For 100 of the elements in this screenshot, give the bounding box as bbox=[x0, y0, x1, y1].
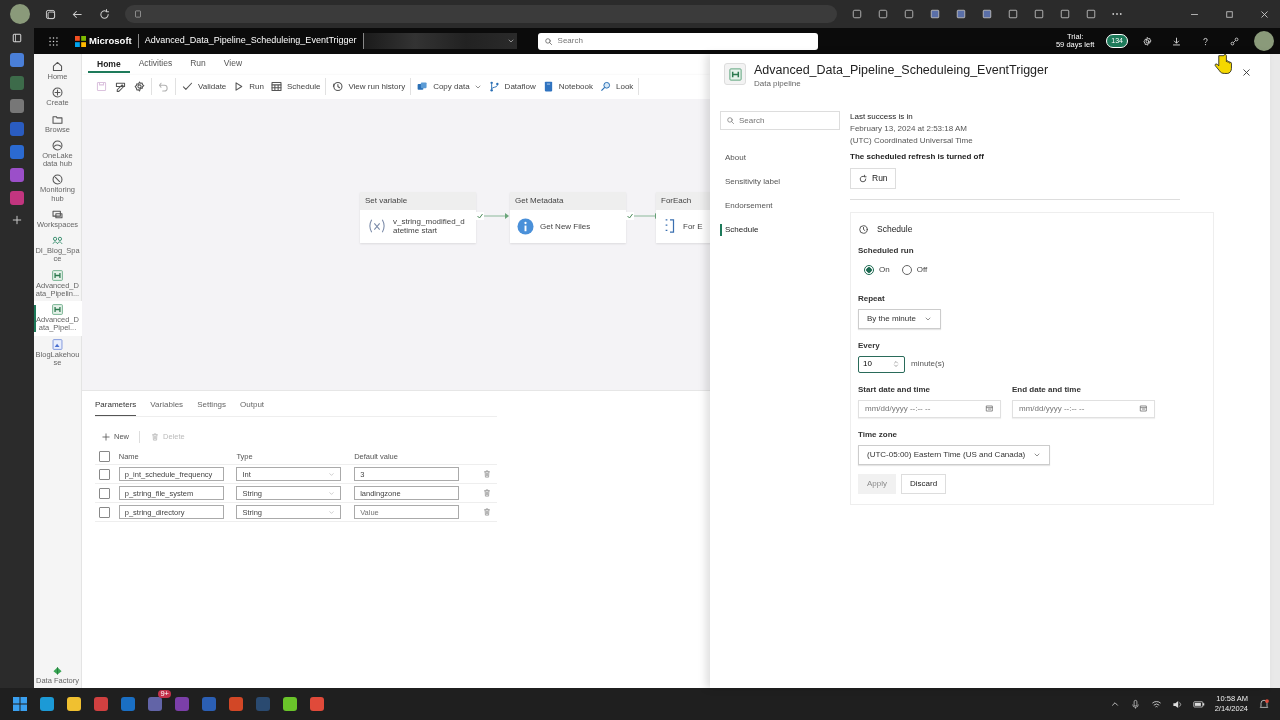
search-field[interactable]: Search bbox=[720, 111, 840, 130]
run-button[interactable]: Run bbox=[850, 168, 896, 189]
settings-nav-item[interactable]: Schedule bbox=[720, 224, 764, 236]
menu-tab[interactable]: Activities bbox=[129, 56, 182, 73]
dataflow-button[interactable]: Dataflow bbox=[484, 78, 539, 96]
time-zone-dropdown[interactable]: (UTC-05:00) Eastern Time (US and Canada) bbox=[858, 444, 1051, 465]
activity-name: For E bbox=[683, 221, 704, 231]
taskbar-app-icon[interactable] bbox=[282, 696, 298, 712]
scrollbar[interactable] bbox=[1270, 54, 1280, 688]
panel-tab[interactable]: Variables bbox=[150, 397, 184, 416]
start-icon[interactable] bbox=[12, 696, 28, 712]
profile-avatar[interactable] bbox=[10, 4, 30, 24]
rail-icon bbox=[51, 303, 64, 316]
menu-tab[interactable]: Run bbox=[181, 56, 215, 73]
search-icon bbox=[726, 116, 735, 125]
activity-node[interactable]: Set variable v_string_modified_datetime start bbox=[360, 191, 476, 243]
sidebar-icon[interactable] bbox=[11, 32, 23, 44]
form-button[interactable]: Discard bbox=[901, 473, 947, 494]
toolbar-icon[interactable] bbox=[1059, 8, 1071, 20]
toolbar-icon[interactable] bbox=[903, 8, 915, 20]
number-field[interactable]: 10 bbox=[858, 355, 905, 373]
validate-button[interactable]: Validate bbox=[178, 78, 230, 96]
taskbar-app-icon[interactable] bbox=[39, 696, 55, 712]
date-input[interactable]: mm/dd/yyyy --:-- -- bbox=[865, 402, 975, 415]
menu-tab[interactable]: Home bbox=[88, 56, 130, 73]
notebook-button[interactable]: Notebook bbox=[538, 78, 596, 96]
menu-tab[interactable]: View bbox=[214, 56, 252, 73]
taskbar-app-icon[interactable] bbox=[66, 696, 82, 712]
time-zone-label: Time zone bbox=[858, 428, 898, 441]
repeat-dropdown[interactable]: By the minute bbox=[858, 308, 941, 329]
row-checkbox[interactable] bbox=[99, 487, 110, 499]
wifi-icon[interactable] bbox=[1150, 698, 1162, 710]
app-launcher-icon[interactable] bbox=[48, 35, 59, 47]
activity-name: Get New Files bbox=[540, 221, 592, 231]
row-checkbox[interactable] bbox=[99, 506, 110, 518]
run-button[interactable]: Run bbox=[229, 78, 267, 96]
copy-button[interactable]: Copy data bbox=[413, 78, 485, 96]
schedule-button[interactable]: Schedule bbox=[267, 78, 324, 96]
toolbar-icon[interactable] bbox=[929, 8, 941, 20]
settings-icon[interactable] bbox=[1142, 35, 1153, 47]
calendar-icon bbox=[1139, 404, 1148, 414]
every-label: Every bbox=[858, 339, 881, 352]
settings-nav-item[interactable]: Sensitivity label bbox=[720, 176, 786, 188]
rail-icon bbox=[51, 173, 64, 187]
brand-name[interactable]: Microsoft bbox=[89, 33, 132, 49]
item-title[interactable]: Advanced_Data_Pipeline_Scheduleing_EventTrigger bbox=[137, 34, 357, 48]
toolbar-icon[interactable] bbox=[1007, 8, 1019, 20]
connector-arrow bbox=[476, 211, 510, 220]
activity-node[interactable]: ForEach For E bbox=[656, 191, 710, 243]
activity-type: Get Metadata bbox=[510, 191, 626, 210]
rail-icon bbox=[51, 138, 64, 152]
download-icon[interactable] bbox=[1171, 35, 1182, 47]
toolbar-icon[interactable] bbox=[1085, 8, 1097, 20]
search-field[interactable]: Search bbox=[537, 32, 818, 50]
panel-tab[interactable]: Output bbox=[240, 397, 265, 416]
taskbar-app-icon[interactable] bbox=[309, 696, 325, 712]
date-input[interactable]: mm/dd/yyyy --:-- -- bbox=[1019, 402, 1129, 415]
toolbar-icon[interactable] bbox=[877, 8, 889, 20]
magnifier-icon bbox=[599, 80, 612, 94]
activity-node[interactable]: Get Metadata Get New Files bbox=[510, 191, 626, 243]
panel-tab[interactable]: Parameters bbox=[95, 397, 137, 416]
microphone-icon[interactable] bbox=[1129, 698, 1141, 710]
info-icon bbox=[517, 217, 534, 235]
undo-icon bbox=[157, 80, 170, 94]
history-button[interactable]: View run history bbox=[328, 78, 409, 96]
lookup-button[interactable]: Look bbox=[596, 78, 637, 96]
settings-nav-item[interactable]: About bbox=[720, 152, 751, 164]
pipeline-icon bbox=[727, 66, 743, 82]
chevron-icon[interactable] bbox=[1109, 699, 1120, 709]
date-label: Start date and time bbox=[858, 383, 931, 396]
settings-icon bbox=[133, 80, 146, 94]
row-checkbox[interactable] bbox=[99, 468, 110, 480]
unit-label: minute(s) bbox=[911, 358, 945, 371]
toolbar-icon[interactable] bbox=[851, 8, 863, 20]
radio-option[interactable]: Off bbox=[901, 263, 928, 276]
help-icon[interactable] bbox=[1200, 35, 1211, 47]
rail-icon bbox=[51, 337, 64, 351]
share-icon[interactable] bbox=[1229, 35, 1240, 47]
battery-icon[interactable] bbox=[1192, 698, 1205, 710]
bell-icon[interactable] bbox=[1258, 698, 1270, 710]
panel-subtitle: Data pipeline bbox=[754, 78, 802, 90]
radio-option[interactable]: On bbox=[864, 263, 890, 276]
toolbar-icon[interactable] bbox=[981, 8, 993, 20]
restore-icon[interactable] bbox=[1224, 8, 1235, 20]
panel-tab[interactable]: Settings bbox=[197, 397, 227, 416]
toolbar-icon[interactable] bbox=[1033, 8, 1045, 20]
account-avatar[interactable] bbox=[1254, 31, 1274, 51]
toolbar-icon[interactable] bbox=[955, 8, 967, 20]
end-date-field[interactable]: mm/dd/yyyy --:-- -- bbox=[1012, 399, 1155, 418]
variable-icon bbox=[367, 218, 387, 235]
settings-nav-item[interactable]: Endorsement bbox=[720, 200, 778, 212]
activity-type: Set variable bbox=[360, 191, 476, 210]
select-all-checkbox[interactable] bbox=[99, 451, 110, 463]
start-date-field[interactable]: mm/dd/yyyy --:-- -- bbox=[858, 399, 1001, 418]
repeat-label: Repeat bbox=[858, 292, 886, 305]
add-icon[interactable] bbox=[11, 214, 23, 226]
close-icon[interactable] bbox=[1259, 8, 1270, 20]
tabs-icon[interactable] bbox=[44, 7, 57, 21]
refresh-icon[interactable] bbox=[98, 7, 111, 21]
close-icon bbox=[1241, 67, 1252, 78]
